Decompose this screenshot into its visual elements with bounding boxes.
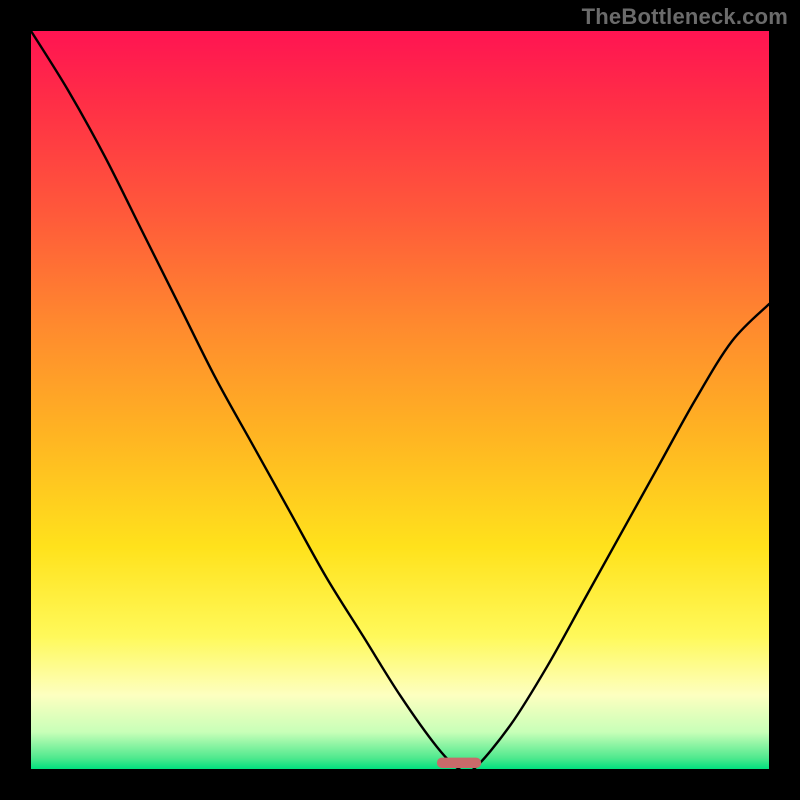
curve-layer: [31, 31, 769, 769]
plot-area: [31, 31, 769, 769]
watermark-label: TheBottleneck.com: [582, 4, 788, 30]
chart-frame: TheBottleneck.com: [0, 0, 800, 800]
trough-marker: [437, 758, 481, 768]
bottleneck-curve-path: [31, 31, 769, 769]
